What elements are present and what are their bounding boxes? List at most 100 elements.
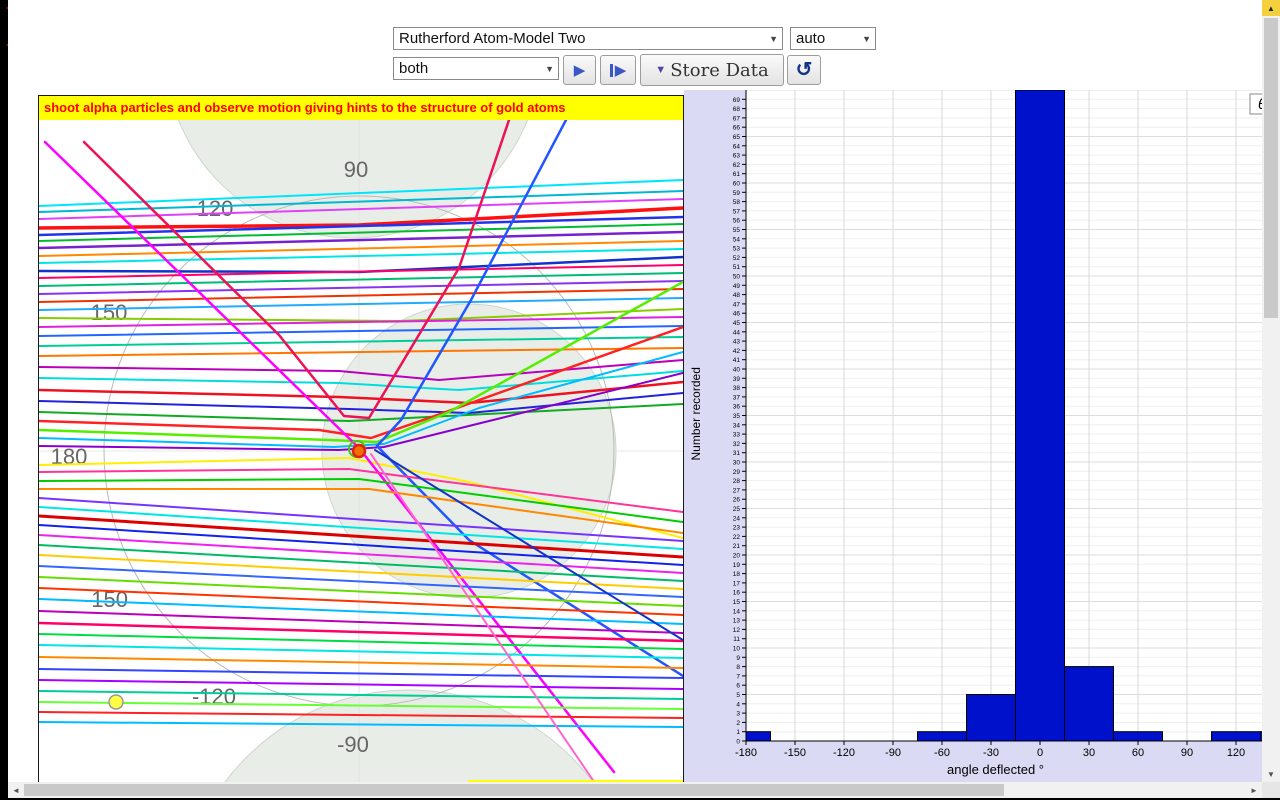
step-button[interactable]: ▶ (600, 55, 636, 85)
svg-text:45: 45 (733, 320, 741, 327)
svg-text:15: 15 (733, 599, 741, 606)
svg-text:0: 0 (736, 739, 740, 746)
svg-text:8: 8 (736, 664, 740, 671)
svg-text:1: 1 (736, 729, 740, 736)
chevron-down-icon: ▼ (545, 63, 554, 74)
vertical-scrollbar-thumb[interactable] (1264, 18, 1278, 318)
svg-text:5: 5 (736, 692, 740, 699)
svg-text:41: 41 (733, 357, 741, 364)
play-icon: ▶ (573, 61, 586, 79)
svg-text:44: 44 (733, 329, 741, 336)
step-icon (609, 63, 613, 77)
histogram-panel: 0 1 2 3 4 5 6 7 8 9 10 11 12 13 14 15 16 17 18 19 20 21 22 23 24… (684, 90, 1262, 782)
svg-text:17: 17 (733, 580, 741, 587)
svg-text:4: 4 (736, 701, 740, 708)
svg-text:33: 33 (733, 432, 741, 439)
play-button[interactable]: ▶ (563, 55, 596, 85)
svg-text:-150: -150 (784, 747, 806, 759)
svg-text:90: 90 (1181, 747, 1193, 759)
svg-text:39: 39 (733, 376, 741, 383)
svg-text:24: 24 (733, 515, 741, 522)
svg-text:-90: -90 (885, 747, 901, 759)
svg-text:2: 2 (736, 720, 740, 727)
svg-text:28: 28 (733, 478, 741, 485)
speed-select-value: auto (796, 30, 826, 47)
svg-text:150: 150 (91, 300, 128, 325)
svg-text:22: 22 (733, 534, 741, 541)
svg-text:7: 7 (736, 673, 740, 680)
scroll-right-icon[interactable]: ► (1246, 782, 1262, 798)
scroll-down-icon[interactable]: ▼ (1263, 766, 1279, 782)
svg-text:10: 10 (733, 646, 741, 653)
svg-text:56: 56 (733, 218, 741, 225)
scroll-up-icon[interactable]: ▲ (1262, 0, 1280, 16)
svg-text:30: 30 (733, 460, 741, 467)
horizontal-scrollbar[interactable]: ◄ ► (8, 782, 1262, 798)
svg-text:66: 66 (733, 125, 741, 132)
svg-text:9: 9 (736, 655, 740, 662)
store-data-label: Store Data (670, 59, 769, 81)
svg-text:19: 19 (733, 562, 741, 569)
svg-text:50: 50 (733, 274, 741, 281)
svg-text:32: 32 (733, 441, 741, 448)
svg-text:14: 14 (733, 608, 741, 615)
model-select[interactable]: Rutherford Atom-Model Two ▼ (393, 27, 783, 50)
svg-text:37: 37 (733, 394, 741, 401)
scrollbar-corner (1262, 782, 1280, 798)
svg-text:68: 68 (733, 106, 741, 113)
svg-text:60: 60 (1132, 747, 1144, 759)
page: Rutherford Atom-Model Two ▼ auto ▼ both … (8, 0, 1262, 782)
speed-select[interactable]: auto ▼ (790, 27, 876, 50)
svg-text:27: 27 (733, 487, 741, 494)
svg-text:20: 20 (733, 553, 741, 560)
svg-text:angle deflected °: angle deflected ° (947, 762, 1044, 777)
svg-text:6: 6 (736, 683, 740, 690)
svg-text:40: 40 (733, 367, 741, 374)
horizontal-scrollbar-thumb[interactable] (24, 784, 1004, 796)
svg-text:11: 11 (733, 636, 740, 643)
svg-text:38: 38 (733, 385, 741, 392)
simulation-banner: shoot alpha particles and observe motion… (39, 96, 683, 120)
svg-text:26: 26 (733, 497, 741, 504)
svg-text:54: 54 (733, 236, 741, 243)
svg-text:52: 52 (733, 255, 741, 262)
svg-text:48: 48 (733, 292, 741, 299)
svg-text:35: 35 (733, 413, 741, 420)
svg-text:16: 16 (733, 590, 741, 597)
svg-text:3: 3 (736, 711, 740, 718)
svg-text:-120: -120 (833, 747, 855, 759)
svg-text:120: 120 (1227, 747, 1245, 759)
scroll-left-icon[interactable]: ◄ (8, 782, 24, 798)
reset-button[interactable]: ↺ (787, 55, 821, 85)
histogram-canvas: 0123456789101112131415161718192021222324… (689, 90, 1262, 777)
svg-text:60: 60 (733, 181, 741, 188)
chevron-down-icon: ▼ (769, 33, 778, 44)
view-select[interactable]: both ▼ (393, 57, 559, 80)
svg-text:0: 0 (1037, 747, 1043, 759)
model-select-value: Rutherford Atom-Model Two (399, 30, 586, 47)
store-data-button[interactable]: ▼ Store Data (640, 54, 784, 86)
svg-text:43: 43 (733, 339, 741, 346)
svg-text:61: 61 (733, 171, 741, 178)
svg-text:62: 62 (733, 162, 741, 169)
chevron-down-icon: ▼ (862, 33, 871, 44)
svg-text:12: 12 (733, 627, 741, 634)
svg-text:49: 49 (733, 283, 741, 290)
svg-text:30: 30 (1083, 747, 1095, 759)
vertical-scrollbar[interactable]: ▲ ▼ (1262, 0, 1280, 782)
simulation-canvas[interactable]: 90120150180-150-120-90 (39, 120, 683, 782)
svg-text:-60: -60 (934, 747, 950, 759)
svg-text:31: 31 (733, 450, 741, 457)
svg-text:64: 64 (733, 143, 741, 150)
svg-text:-180: -180 (735, 747, 757, 759)
svg-text:25: 25 (733, 506, 741, 513)
svg-text:67: 67 (733, 115, 741, 122)
svg-text:23: 23 (733, 525, 741, 532)
svg-text:90: 90 (344, 157, 368, 182)
triangle-down-icon: ▼ (655, 64, 667, 76)
svg-text:55: 55 (733, 227, 741, 234)
svg-text:-30: -30 (983, 747, 999, 759)
svg-text:13: 13 (733, 618, 741, 625)
svg-text:57: 57 (733, 208, 741, 215)
svg-text:-120: -120 (192, 684, 236, 709)
